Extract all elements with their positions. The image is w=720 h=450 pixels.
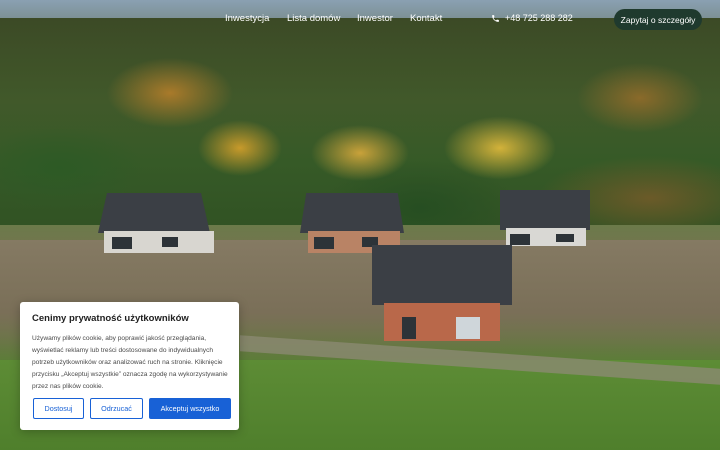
house-1 [98, 193, 220, 261]
nav-link-inwestycja[interactable]: Inwestycja [225, 13, 269, 24]
phone-link[interactable]: +48 725 288 282 [491, 13, 573, 23]
phone-number: +48 725 288 282 [505, 13, 573, 23]
phone-icon [492, 14, 499, 22]
house-3 [500, 190, 592, 256]
nav-link-lista-domow[interactable]: Lista domów [287, 13, 340, 24]
cookie-consent-dialog: Cenimy prywatność użytkowników Używamy p… [20, 302, 239, 430]
customize-button[interactable]: Dostosuj [33, 398, 84, 419]
ask-details-button[interactable]: Zapytaj o szczegóły [614, 9, 702, 30]
cookie-title: Cenimy prywatność użytkowników [32, 313, 189, 324]
nav-link-kontakt[interactable]: Kontakt [410, 13, 442, 24]
cookie-description: Używamy plików cookie, aby poprawić jako… [32, 335, 228, 390]
cookie-button-row: Dostosuj Odrzucać Akceptuj wszystko [33, 398, 231, 419]
reject-button[interactable]: Odrzucać [90, 398, 143, 419]
top-navigation: Inwestycja Lista domów Inwestor Kontakt … [0, 0, 720, 40]
house-4 [372, 245, 512, 345]
nav-link-inwestor[interactable]: Inwestor [357, 13, 393, 24]
accept-all-button[interactable]: Akceptuj wszystko [149, 398, 231, 419]
